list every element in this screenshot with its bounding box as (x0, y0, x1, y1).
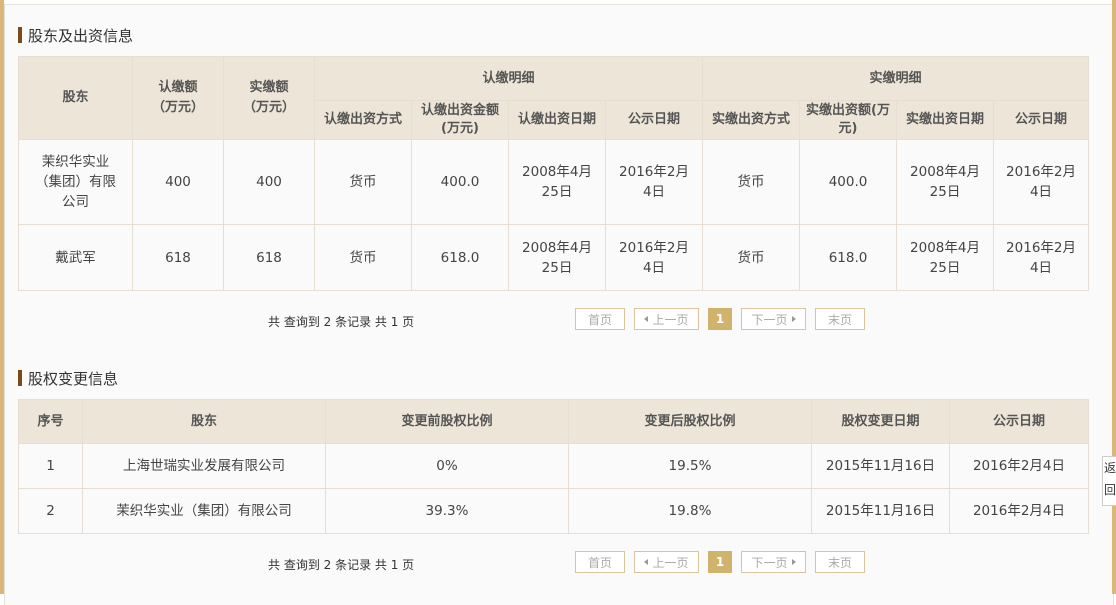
next-page-button[interactable]: 下一页 (741, 308, 806, 330)
shareholders-section-title: 股东及出资信息 (18, 25, 133, 45)
cell-sub-pub-date: 2016年2月 4日 (604, 139, 704, 225)
table-row: 戴武军 618 618 货币 618.0 2008年4月 25日 2016年2月… (18, 224, 1090, 291)
col-header-sub-date: 认缴出资日期 (508, 100, 606, 140)
col-header-shareholder: 股东 (18, 56, 133, 140)
col-header-subscribed-detail: 认缴明细 (313, 56, 704, 101)
col-header-paid-date: 实缴出资日期 (896, 100, 995, 140)
cell-sub-method: 货币 (314, 224, 412, 291)
current-page-button[interactable]: 1 (708, 308, 732, 330)
cell-pub-date: 2016年2月4日 (949, 443, 1089, 489)
col-header-paid-pub-date: 公示日期 (993, 100, 1090, 140)
cell-subscribed: 400 (132, 139, 224, 225)
equity-changes-section-title: 股权变更信息 (18, 368, 118, 388)
pagination: 首页 上一页 1 下一页 末页 (575, 551, 874, 573)
cell-pub-date: 2016年2月4日 (949, 488, 1089, 534)
col-header-index: 序号 (18, 399, 83, 444)
col-header-sub-method: 认缴出资方式 (314, 100, 412, 140)
cell-paid: 400 (223, 139, 315, 225)
cell-change-date: 2015年11月16日 (811, 488, 950, 534)
section-marker (18, 27, 22, 43)
cell-subscribed: 618 (132, 224, 224, 291)
chevron-right-icon (791, 316, 796, 322)
col-header-paid-detail: 实缴明细 (702, 56, 1090, 101)
header-row: 股东 认缴额 （万元） 实缴额 （万元） 认缴明细 实缴明细 (18, 56, 1090, 140)
col-header-pub-date: 公示日期 (949, 399, 1089, 444)
cell-after: 19.8% (568, 488, 812, 534)
col-header-subscribed: 认缴额 （万元） (132, 56, 224, 140)
first-page-button[interactable]: 首页 (575, 551, 625, 573)
col-header-before: 变更前股权比例 (325, 399, 569, 444)
section-title-text: 股东及出资信息 (28, 26, 134, 45)
cell-sub-amount: 400.0 (411, 139, 509, 225)
prev-page-label: 上一页 (652, 555, 689, 570)
col-header-paid-method: 实缴出资方式 (702, 100, 801, 140)
record-summary: 共 查询到 2 条记录 共 1 页 (268, 558, 415, 572)
last-page-button[interactable]: 末页 (815, 551, 865, 573)
cell-paid-method: 货币 (702, 224, 801, 291)
col-header-change-date: 股权变更日期 (811, 399, 950, 444)
cell-sub-method: 货币 (314, 139, 412, 225)
header-row: 序号 股东 变更前股权比例 变更后股权比例 股权变更日期 公示日期 (18, 399, 1089, 444)
cell-sub-pub-date: 2016年2月 4日 (604, 224, 704, 291)
next-page-button[interactable]: 下一页 (741, 551, 806, 573)
cell-shareholder: 茉织华实业（集团）有限公司 (82, 488, 326, 534)
cell-paid-pub-date: 2016年2月 4日 (993, 139, 1090, 225)
col-header-sub-amount: 认缴出资金额 (万元) (411, 100, 509, 140)
cell-shareholder: 上海世瑞实业发展有限公司 (82, 443, 326, 489)
cell-paid: 618 (223, 224, 315, 291)
prev-page-button[interactable]: 上一页 (634, 308, 699, 330)
shareholders-table: 股东 认缴额 （万元） 实缴额 （万元） 认缴明细 实缴明细 认缴出资方式 认缴… (18, 56, 1090, 291)
col-header-sub-pub-date: 公示日期 (604, 100, 704, 140)
next-page-label: 下一页 (751, 312, 788, 327)
col-header-paid: 实缴额 （万元） (223, 56, 315, 140)
chevron-left-icon (644, 316, 649, 322)
chevron-right-icon (791, 559, 796, 565)
cell-sub-date: 2008年4月 25日 (508, 139, 606, 225)
col-header-shareholder: 股东 (82, 399, 326, 444)
table-row: 2 茉织华实业（集团）有限公司 39.3% 19.8% 2015年11月16日 … (18, 488, 1089, 534)
cell-before: 0% (325, 443, 569, 489)
cell-paid-method: 货币 (702, 139, 801, 225)
cell-index: 2 (18, 488, 83, 534)
last-page-button[interactable]: 末页 (815, 308, 865, 330)
cell-sub-date: 2008年4月 25日 (508, 224, 606, 291)
prev-page-label: 上一页 (652, 312, 689, 327)
cell-paid-date: 2008年4月 25日 (896, 139, 995, 225)
cell-index: 1 (18, 443, 83, 489)
section-title-text: 股权变更信息 (28, 369, 119, 388)
current-page-button[interactable]: 1 (708, 551, 732, 573)
back-to-nav-tab[interactable]: 返回导航 (1102, 456, 1116, 506)
cell-change-date: 2015年11月16日 (811, 443, 950, 489)
table-row: 1 上海世瑞实业发展有限公司 0% 19.5% 2015年11月16日 2016… (18, 443, 1089, 489)
table-row: 茉织华实业 （集团）有限 公司 400 400 货币 400.0 2008年4月… (18, 139, 1090, 225)
cell-paid-amount: 400.0 (799, 139, 898, 225)
pagination: 首页 上一页 1 下一页 末页 (575, 308, 874, 330)
cell-shareholder: 戴武军 (18, 224, 133, 291)
prev-page-button[interactable]: 上一页 (634, 551, 699, 573)
cell-paid-amount: 618.0 (799, 224, 898, 291)
col-header-after: 变更后股权比例 (568, 399, 812, 444)
chevron-left-icon (644, 559, 649, 565)
cell-sub-amount: 618.0 (411, 224, 509, 291)
cell-paid-pub-date: 2016年2月 4日 (993, 224, 1090, 291)
next-page-label: 下一页 (751, 555, 788, 570)
cell-before: 39.3% (325, 488, 569, 534)
section-marker (18, 370, 22, 386)
left-border-strip (0, 0, 4, 594)
record-summary: 共 查询到 2 条记录 共 1 页 (268, 315, 415, 329)
first-page-button[interactable]: 首页 (575, 308, 625, 330)
col-header-paid-amount: 实缴出资额(万 元) (799, 100, 898, 140)
cell-shareholder: 茉织华实业 （集团）有限 公司 (18, 139, 133, 225)
cell-after: 19.5% (568, 443, 812, 489)
cell-paid-date: 2008年4月 25日 (896, 224, 995, 291)
equity-changes-table: 序号 股东 变更前股权比例 变更后股权比例 股权变更日期 公示日期 1 上海世瑞… (18, 399, 1089, 534)
